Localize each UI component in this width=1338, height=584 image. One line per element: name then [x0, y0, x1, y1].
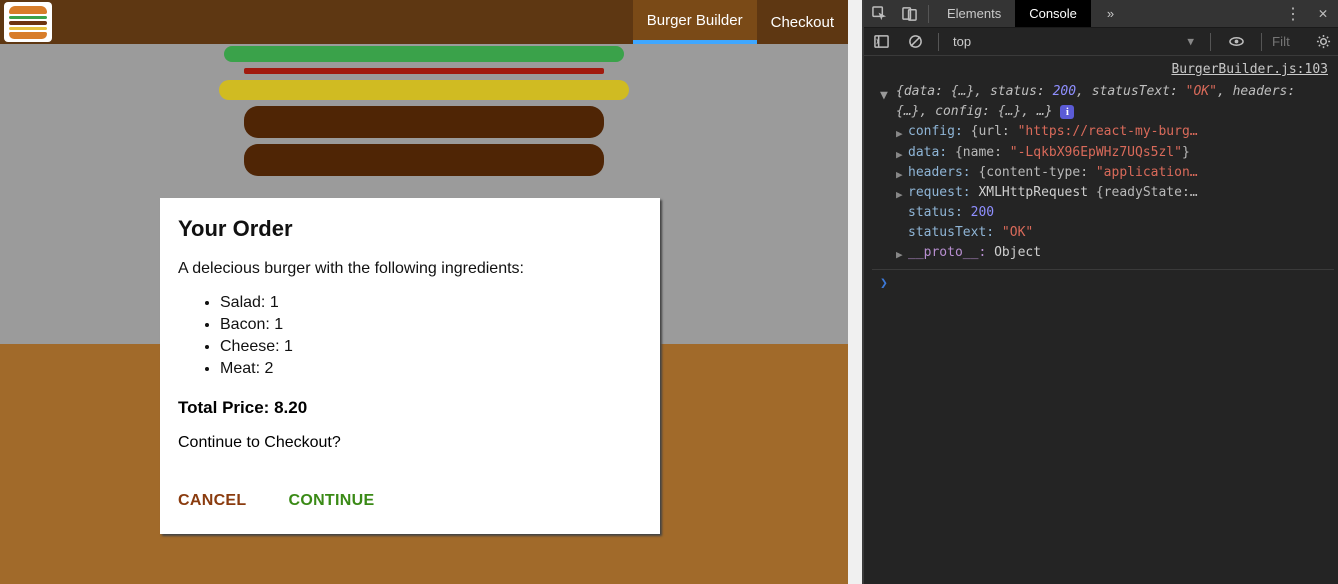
prop-config[interactable]: ▶config: {url: "https://react-my-burg… [872, 122, 1334, 142]
modal-title: Your Order [178, 216, 642, 242]
prop-data[interactable]: ▶data: {name: "-LqkbX96EpWHz7UQs5zl"} [872, 143, 1334, 163]
console-output: BurgerBuilder.js:103 ▼ {data: {…}, statu… [864, 56, 1338, 584]
tabs-overflow[interactable]: » [1097, 6, 1124, 21]
prop-proto[interactable]: ▶__proto__: Object [872, 243, 1334, 263]
context-dropdown-icon[interactable]: ▼ [1187, 35, 1194, 48]
checkout-question: Continue to Checkout? [178, 434, 642, 452]
continue-button[interactable]: CONTINUE [288, 492, 374, 510]
prop-statustext: statusText: "OK" [872, 223, 1334, 243]
ingredient-line: Cheese: 1 [220, 336, 642, 358]
ingredient-line: Bacon: 1 [220, 314, 642, 336]
close-icon[interactable]: ✕ [1308, 4, 1338, 22]
prop-status: status: 200 [872, 203, 1334, 223]
total-price: Total Price: 8.20 [178, 398, 642, 418]
tab-elements[interactable]: Elements [933, 0, 1015, 27]
info-badge-icon[interactable]: i [1060, 105, 1074, 119]
devtools-tabstrip: Elements Console » ⋮ ✕ [864, 0, 1338, 28]
order-summary-modal: Your Order A delecious burger with the f… [160, 198, 660, 534]
ingredient-list: Salad: 1Bacon: 1Cheese: 1Meat: 2 [220, 292, 642, 380]
clear-console-icon[interactable] [900, 28, 930, 55]
ingredient-line: Meat: 2 [220, 358, 642, 380]
device-toggle-icon[interactable] [894, 0, 924, 27]
app-viewport: Burger Builder Checkout Your Order A del… [0, 0, 862, 584]
prop-request[interactable]: ▶request: XMLHttpRequest {readyState:… [872, 183, 1334, 203]
live-expression-icon[interactable] [1221, 28, 1251, 55]
devtools-panel: Elements Console » ⋮ ✕ top ▼ BurgerBuild… [862, 0, 1338, 584]
cancel-button[interactable]: CANCEL [178, 492, 246, 510]
modal-lead: A delecious burger with the following in… [178, 260, 642, 278]
settings-icon[interactable] [1308, 28, 1338, 55]
tab-console[interactable]: Console [1015, 0, 1091, 27]
ingredient-line: Salad: 1 [220, 292, 642, 314]
filter-input[interactable] [1272, 34, 1302, 49]
console-prompt[interactable]: ❯ [872, 269, 1334, 294]
kebab-menu-icon[interactable]: ⋮ [1278, 4, 1308, 23]
console-toolbar: top ▼ [864, 28, 1338, 56]
inspect-icon[interactable] [864, 0, 894, 27]
source-link[interactable]: BurgerBuilder.js:103 [872, 60, 1328, 80]
context-selector[interactable]: top [953, 34, 971, 49]
logged-object-summary[interactable]: ▼ {data: {…}, status: 200, statusText: "… [872, 82, 1334, 122]
prop-headers[interactable]: ▶headers: {content-type: "application… [872, 163, 1334, 183]
sidebar-toggle-icon[interactable] [866, 28, 896, 55]
